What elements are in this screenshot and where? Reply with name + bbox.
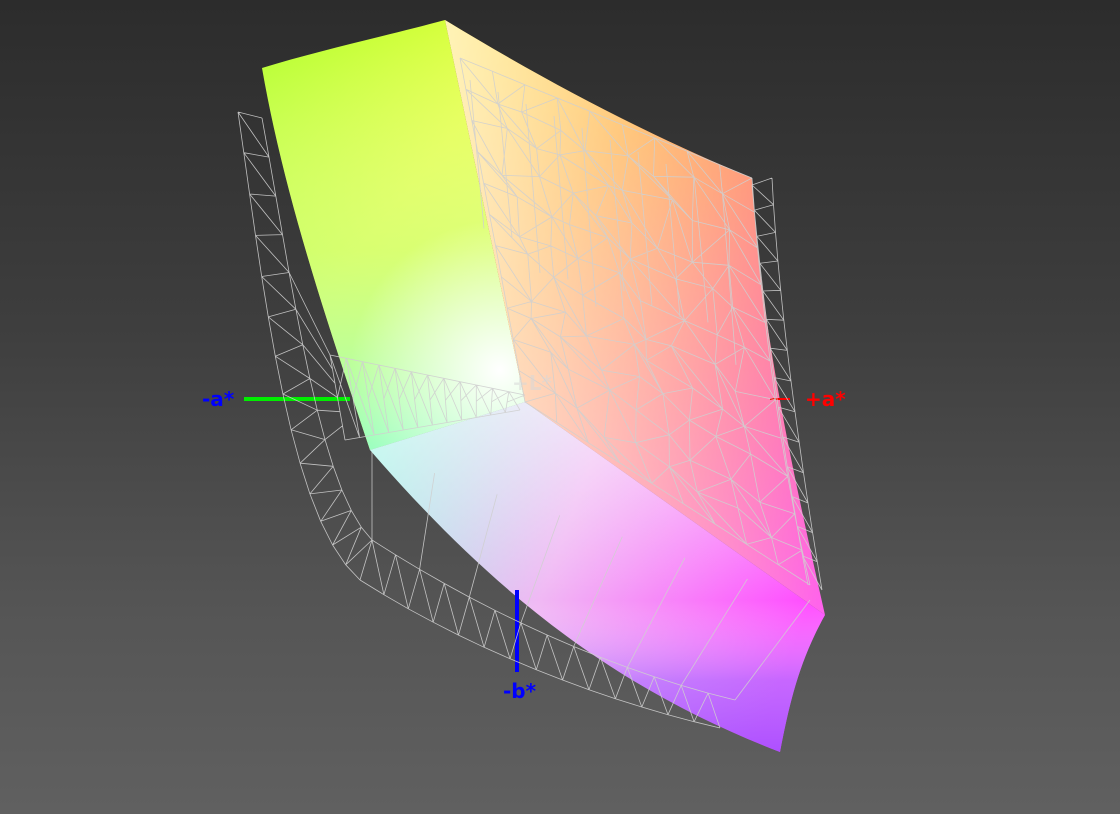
neg-a-axis-label: -a* — [202, 387, 235, 411]
neg-b-axis-label: -b* — [503, 679, 537, 703]
pos-a-axis-label: +a* — [805, 387, 846, 411]
gamut-3d-viewport[interactable]: -a* +a* -b* +L* — [0, 0, 1120, 814]
pos-l-axis-label: +L* — [512, 371, 553, 395]
